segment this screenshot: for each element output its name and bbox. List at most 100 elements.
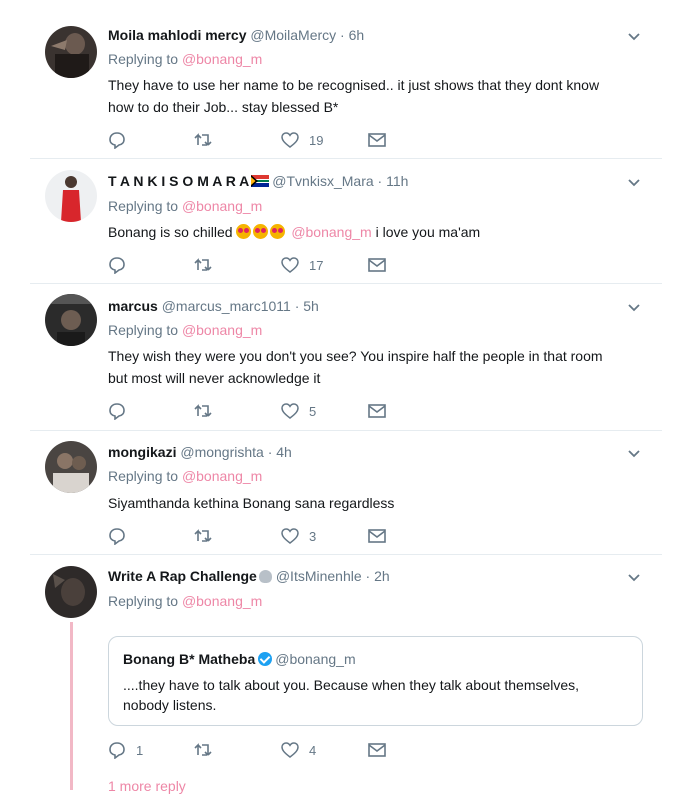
timestamp[interactable]: · 4h — [268, 444, 292, 460]
tweet-text-line: They have to use her name to be recognis… — [108, 77, 600, 93]
tweet-text-part: Bonang is so chilled — [108, 224, 233, 240]
dm-button[interactable] — [368, 740, 386, 760]
replying-prefix: Replying to — [108, 593, 182, 609]
display-name[interactable]: Write A Rap Challenge — [108, 568, 257, 584]
reply-mention-link[interactable]: @bonang_m — [182, 468, 262, 484]
display-name[interactable]: T A N K I S O M A R A — [108, 173, 249, 189]
reply-icon — [109, 742, 125, 759]
display-name[interactable]: mongikazi — [108, 444, 176, 460]
chevron-down-icon[interactable] — [628, 33, 640, 41]
display-name[interactable]: marcus — [108, 298, 158, 314]
timestamp[interactable]: · 2h — [366, 568, 390, 584]
chevron-down-icon[interactable] — [628, 304, 640, 312]
reply-button[interactable] — [108, 130, 126, 150]
user-handle[interactable]: @Tvnkisx_Mara — [272, 173, 373, 189]
chevron-down-icon[interactable] — [628, 179, 640, 187]
dm-button[interactable] — [368, 401, 386, 421]
heart-eyes-emoji-icon — [236, 224, 252, 239]
retweet-button[interactable] — [194, 255, 214, 275]
tweet-header: mongikazi @mongrishta · 4h — [108, 444, 292, 460]
tweet-actions: 5 — [108, 401, 408, 421]
chevron-down-icon[interactable] — [628, 574, 640, 582]
like-count: 17 — [309, 257, 324, 273]
reply-count: 1 — [136, 742, 144, 758]
display-name[interactable]: Moila mahlodi mercy — [108, 27, 246, 43]
like-button[interactable]: 19 — [281, 130, 323, 150]
retweet-icon — [194, 133, 212, 146]
retweet-button[interactable] — [194, 130, 214, 150]
dm-button[interactable] — [368, 255, 386, 275]
retweet-button[interactable] — [194, 401, 214, 421]
quoted-tweet-text: ....they have to talk about you. Because… — [123, 675, 628, 715]
replying-to: Replying to @bonang_m — [108, 593, 262, 609]
reply-button[interactable] — [108, 255, 126, 275]
replying-to: Replying to @bonang_m — [108, 468, 262, 484]
envelope-icon — [368, 743, 386, 757]
reply-button[interactable] — [108, 526, 126, 546]
tweet-header: Write A Rap Challenge @ItsMinenhle · 2h — [108, 568, 390, 584]
reply-button[interactable]: 1 — [108, 740, 143, 760]
user-handle[interactable]: @MoilaMercy — [250, 27, 336, 43]
reply-mention-link[interactable]: @bonang_m — [182, 51, 262, 67]
divider — [30, 283, 662, 284]
user-handle[interactable]: @ItsMinenhle — [276, 568, 362, 584]
tweet-actions: 19 — [108, 130, 408, 150]
like-count: 4 — [309, 742, 317, 758]
chevron-down-icon[interactable] — [628, 450, 640, 458]
avatar[interactable] — [45, 26, 97, 78]
like-count: 19 — [309, 132, 324, 148]
tweet-text: They have to use her name to be recognis… — [108, 74, 648, 118]
avatar[interactable] — [45, 441, 97, 493]
like-button[interactable]: 17 — [281, 255, 323, 275]
reply-mention-link[interactable]: @bonang_m — [182, 593, 262, 609]
reply-mention-link[interactable]: @bonang_m — [182, 198, 262, 214]
tweet-actions: 1 4 — [108, 740, 408, 760]
user-handle[interactable]: @marcus_marc1011 — [162, 298, 291, 314]
verified-badge-icon — [258, 652, 273, 666]
avatar[interactable] — [45, 566, 97, 618]
reply-icon — [109, 403, 125, 420]
timestamp[interactable]: · 5h — [295, 298, 319, 314]
dm-button[interactable] — [368, 130, 386, 150]
quoted-tweet[interactable]: Bonang B* Matheba @bonang_m ....they have… — [108, 636, 643, 726]
user-handle[interactable]: @mongrishta — [180, 444, 263, 460]
retweet-button[interactable] — [194, 740, 214, 760]
retweet-button[interactable] — [194, 526, 214, 546]
reply-button[interactable] — [108, 401, 126, 421]
like-button[interactable]: 5 — [281, 401, 316, 421]
tweet-text-line: Siyamthanda kethina Bonang sana regardle… — [108, 495, 395, 511]
retweet-icon — [194, 743, 212, 756]
like-count: 5 — [309, 403, 317, 419]
retweet-icon — [194, 258, 212, 271]
heart-eyes-emoji-icon — [253, 224, 269, 239]
heart-icon — [281, 257, 299, 273]
envelope-icon — [368, 133, 386, 147]
quoted-user-handle: @bonang_m — [275, 651, 356, 667]
replying-to: Replying to @bonang_m — [108, 51, 262, 67]
text-mention-link[interactable]: @bonang_m — [291, 224, 371, 240]
divider — [30, 158, 662, 159]
thread-line — [70, 622, 73, 790]
tweet-text: Siyamthanda kethina Bonang sana regardle… — [108, 492, 648, 514]
avatar[interactable] — [45, 170, 97, 222]
replying-to: Replying to @bonang_m — [108, 198, 262, 214]
replying-prefix: Replying to — [108, 322, 182, 338]
heart-icon — [281, 742, 299, 758]
timestamp[interactable]: · 6h — [340, 27, 364, 43]
quoted-display-name: Bonang B* Matheba — [123, 651, 256, 667]
quoted-tweet-header: Bonang B* Matheba @bonang_m — [123, 651, 356, 667]
replying-prefix: Replying to — [108, 198, 182, 214]
replying-prefix: Replying to — [108, 468, 182, 484]
dm-button[interactable] — [368, 526, 386, 546]
reply-mention-link[interactable]: @bonang_m — [182, 322, 262, 338]
avatar[interactable] — [45, 294, 97, 346]
replying-to: Replying to @bonang_m — [108, 322, 262, 338]
like-button[interactable]: 3 — [281, 526, 316, 546]
timestamp[interactable]: · 11h — [378, 173, 409, 189]
reply-icon — [109, 528, 125, 545]
tweet-actions: 3 — [108, 526, 408, 546]
like-button[interactable]: 4 — [281, 740, 316, 760]
divider — [30, 554, 662, 555]
more-replies-link[interactable]: 1 more reply — [108, 778, 186, 794]
heart-eyes-emoji-icon — [270, 224, 286, 239]
